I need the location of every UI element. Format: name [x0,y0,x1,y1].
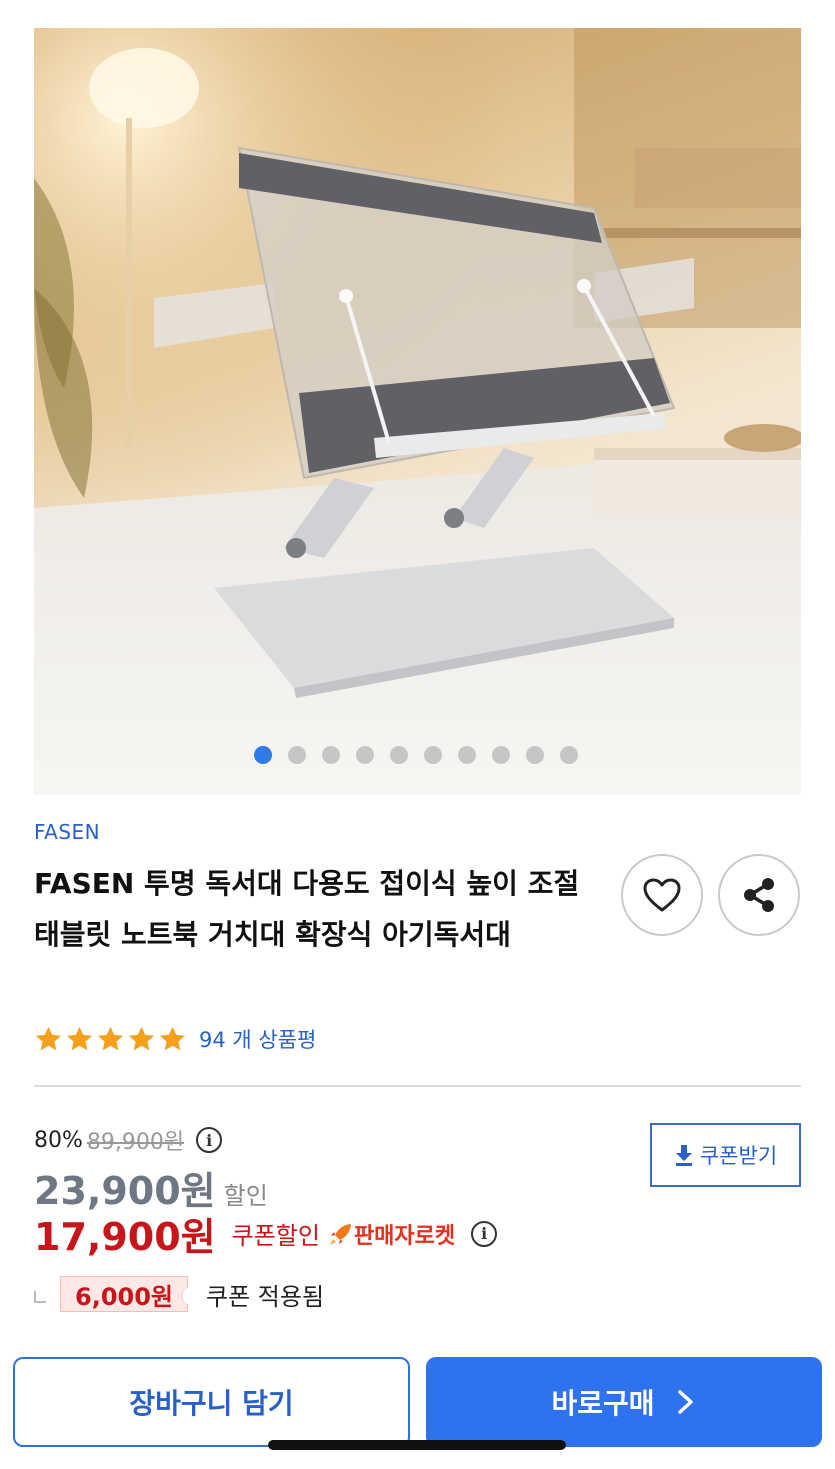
gallery-dot[interactable] [356,746,374,764]
share-icon [744,878,774,912]
home-indicator[interactable] [268,1440,566,1450]
original-price: 89,900원 [86,1130,185,1155]
coupon-price-label: 쿠폰할인 [231,1222,320,1250]
star-rating [34,1025,187,1054]
gallery-dot[interactable] [560,746,578,764]
coupon-price: 17,900원 [34,1215,216,1259]
gallery-dot[interactable] [424,746,442,764]
coupon-price-row: 17,900원 쿠폰할인 판매자로켓 i [34,1206,498,1261]
product-image[interactable] [34,28,801,795]
brand-link[interactable]: FASEN [34,820,100,844]
star-icon [128,1026,155,1050]
buy-now-button[interactable]: 바로구매 [426,1357,822,1447]
coupon-applied-label: 쿠폰 적용됨 [206,1282,325,1311]
rating-summary[interactable]: 94 개 상품평 [34,1024,316,1054]
star-icon [97,1026,124,1050]
coupon-applied-row: 6,000원 쿠폰 적용됨 [34,1276,324,1312]
corner-icon [34,1291,46,1303]
share-button[interactable] [718,854,800,936]
rocket-icon [329,1223,351,1245]
divider [34,1085,801,1087]
gallery-dot[interactable] [322,746,340,764]
info-icon[interactable]: i [471,1220,498,1247]
review-count-link[interactable]: 94 개 상품평 [199,1024,316,1054]
gallery-dot[interactable] [254,746,272,764]
discount-rate: 80% [34,1127,83,1153]
star-icon [66,1026,93,1050]
seller-rocket-badge: 판매자로켓 [328,1218,455,1250]
add-to-cart-label: 장바구니 담기 [129,1387,294,1420]
star-icon [159,1026,186,1050]
get-coupon-button[interactable]: 쿠폰받기 [650,1123,801,1187]
get-coupon-label: 쿠폰받기 [699,1144,778,1168]
star-icon [35,1026,62,1050]
seller-badge-label: 판매자로켓 [353,1223,456,1249]
info-icon[interactable]: i [196,1127,223,1153]
wishlist-button[interactable] [621,854,703,936]
heart-icon [643,878,681,912]
buy-now-label: 바로구매 [551,1387,655,1420]
gallery-dot[interactable] [458,746,476,764]
coupon-amount-tag: 6,000원 [60,1276,194,1312]
product-photo [34,28,801,795]
chevron-right-icon [677,1390,693,1414]
gallery-dot[interactable] [390,746,408,764]
gallery-dot[interactable] [288,746,306,764]
download-icon [675,1145,692,1166]
product-title: FASEN 투명 독서대 다용도 접이식 높이 조절 태블릿 노트북 거치대 확… [34,867,580,951]
discount-row: 80% 89,900원 i [34,1124,223,1156]
gallery-dot[interactable] [492,746,510,764]
add-to-cart-button[interactable]: 장바구니 담기 [13,1357,410,1447]
gallery-pagination[interactable] [254,746,578,764]
gallery-dot[interactable] [526,746,544,764]
